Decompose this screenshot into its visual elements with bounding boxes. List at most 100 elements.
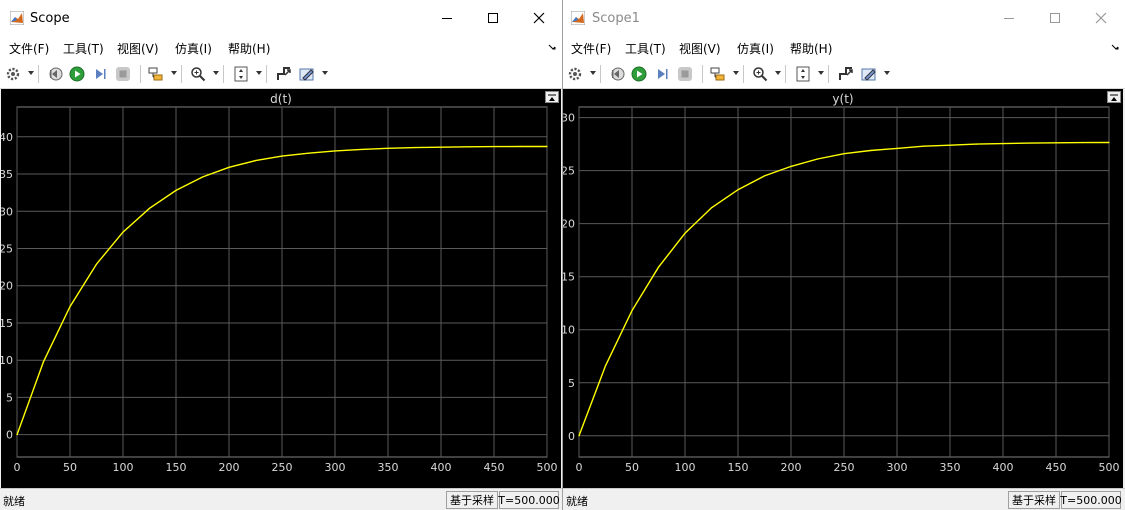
x-tick-label: 100 [675, 461, 696, 474]
menu-simulation[interactable]: 仿真(I) [737, 40, 774, 57]
y-tick-label: 20 [1, 280, 13, 293]
trace-point [307, 152, 310, 154]
style-icon [861, 68, 876, 81]
trace-point [440, 146, 442, 148]
run-icon [631, 66, 647, 82]
scope-axes[interactable]: 0 50 100 150 200 250 300 350 400 450 500 0 5 10 15 20 25… [1, 89, 561, 488]
x-tick-label: 500 [537, 461, 558, 474]
settings-dropdown-icon[interactable] [590, 71, 596, 75]
collapse-menu-icon[interactable] [1111, 42, 1119, 50]
menu-file[interactable]: 文件(F) [571, 40, 611, 57]
signal-select-icon [148, 67, 163, 81]
menu-view[interactable]: 视图(V) [117, 40, 159, 57]
x-tick-label: 300 [325, 461, 346, 474]
trace-point [546, 145, 548, 148]
menu-file[interactable]: 文件(F) [9, 40, 49, 57]
zoom-button[interactable] [751, 65, 769, 83]
autoscale-button[interactable] [794, 65, 812, 83]
collapse-menu-icon[interactable] [548, 42, 556, 50]
minimize-button[interactable] [424, 0, 470, 36]
trace-point [710, 207, 713, 209]
title-bar[interactable]: Scope [0, 0, 562, 36]
autoscale-button[interactable] [232, 65, 250, 83]
trace-point [975, 143, 978, 145]
x-tick-label: 50 [63, 461, 77, 474]
title-bar[interactable]: Scope1 [563, 0, 1125, 36]
signal-select-dropdown-icon[interactable] [171, 71, 177, 75]
autoscale-dropdown-icon[interactable] [256, 71, 262, 75]
y-tick-label: 0 [568, 430, 575, 443]
time-indicator: T=500.000 [1060, 491, 1122, 509]
minimize-icon [442, 18, 452, 19]
x-tick-label: 500 [1099, 461, 1120, 474]
x-tick-label: 200 [781, 461, 802, 474]
stop-button[interactable] [114, 65, 132, 83]
trace-point [1055, 142, 1057, 144]
gear-icon [568, 67, 582, 81]
menu-tools[interactable]: 工具(T) [625, 40, 666, 57]
zoom-dropdown-icon[interactable] [213, 71, 219, 75]
style-dropdown-icon[interactable] [322, 71, 328, 75]
minimize-button[interactable] [986, 0, 1032, 36]
settings-dropdown-icon[interactable] [28, 71, 34, 75]
trace-point [281, 155, 283, 157]
menu-bar: 文件(F) 工具(T) 视图(V) 仿真(I) 帮助(H) [563, 36, 1125, 60]
y-tick-label: 35 [1, 168, 13, 181]
menu-tools[interactable]: 工具(T) [63, 40, 104, 57]
menu-simulation[interactable]: 仿真(I) [175, 40, 212, 57]
sample-mode-indicator: 基于采样 [446, 491, 498, 509]
y-tick-label: 20 [563, 218, 575, 231]
signal-select-dropdown-icon[interactable] [733, 71, 739, 75]
toolbar [0, 60, 562, 89]
menu-view[interactable]: 视图(V) [679, 40, 721, 57]
run-button[interactable] [68, 65, 86, 83]
trace-point [896, 147, 898, 149]
trace-point [519, 145, 522, 148]
window-title: Scope [30, 11, 70, 26]
trace-point [122, 231, 124, 233]
autoscale-dropdown-icon[interactable] [818, 71, 824, 75]
x-tick-label: 50 [625, 461, 639, 474]
zoom-icon [191, 67, 206, 82]
trace-point [737, 189, 739, 191]
scope-display[interactable]: y(t) 0 50 100 150 200 250 300 350 400 450 500 0 5 10 1… [563, 89, 1123, 488]
highlight-block-button[interactable] [275, 65, 293, 83]
signal-select-button[interactable] [147, 65, 165, 83]
step-forward-button[interactable] [653, 65, 671, 83]
close-button[interactable] [516, 0, 562, 36]
stop-icon [678, 67, 692, 81]
scope-axes[interactable]: 0 50 100 150 200 250 300 350 400 450 500 0 5 10 15 20 25… [563, 89, 1123, 488]
status-text: 就绪 [3, 495, 25, 508]
trace-point [175, 189, 177, 192]
step-back-button[interactable] [46, 65, 64, 83]
highlight-block-button[interactable] [837, 65, 855, 83]
gear-icon [6, 67, 20, 81]
signal-select-button[interactable] [709, 65, 727, 83]
settings-button[interactable] [566, 65, 584, 83]
trace-point [816, 158, 819, 160]
zoom-button[interactable] [189, 65, 207, 83]
menu-help[interactable]: 帮助(H) [228, 40, 270, 57]
settings-button[interactable] [4, 65, 22, 83]
x-tick-label: 300 [887, 461, 908, 474]
maximize-button[interactable] [1032, 0, 1078, 36]
menu-help[interactable]: 帮助(H) [790, 40, 832, 57]
run-button[interactable] [630, 65, 648, 83]
close-button[interactable] [1078, 0, 1124, 36]
trace-point [790, 165, 792, 167]
style-dropdown-icon[interactable] [884, 71, 890, 75]
style-button[interactable] [860, 65, 878, 83]
scope-display[interactable]: d(t) 0 50 100 150 200 250 300 350 400 450 500 0 5 10 1… [1, 89, 561, 488]
status-bar: 就绪 基于采样 T=500.000 [0, 488, 562, 510]
stop-button[interactable] [676, 65, 694, 83]
zoom-dropdown-icon[interactable] [775, 71, 781, 75]
x-tick-label: 200 [219, 461, 240, 474]
run-icon [69, 66, 85, 82]
step-back-button[interactable] [608, 65, 626, 83]
trace-point [922, 145, 925, 147]
stop-icon [116, 67, 130, 81]
style-button[interactable] [298, 65, 316, 83]
maximize-button[interactable] [470, 0, 516, 36]
step-forward-button[interactable] [91, 65, 109, 83]
trace-point [360, 148, 363, 151]
